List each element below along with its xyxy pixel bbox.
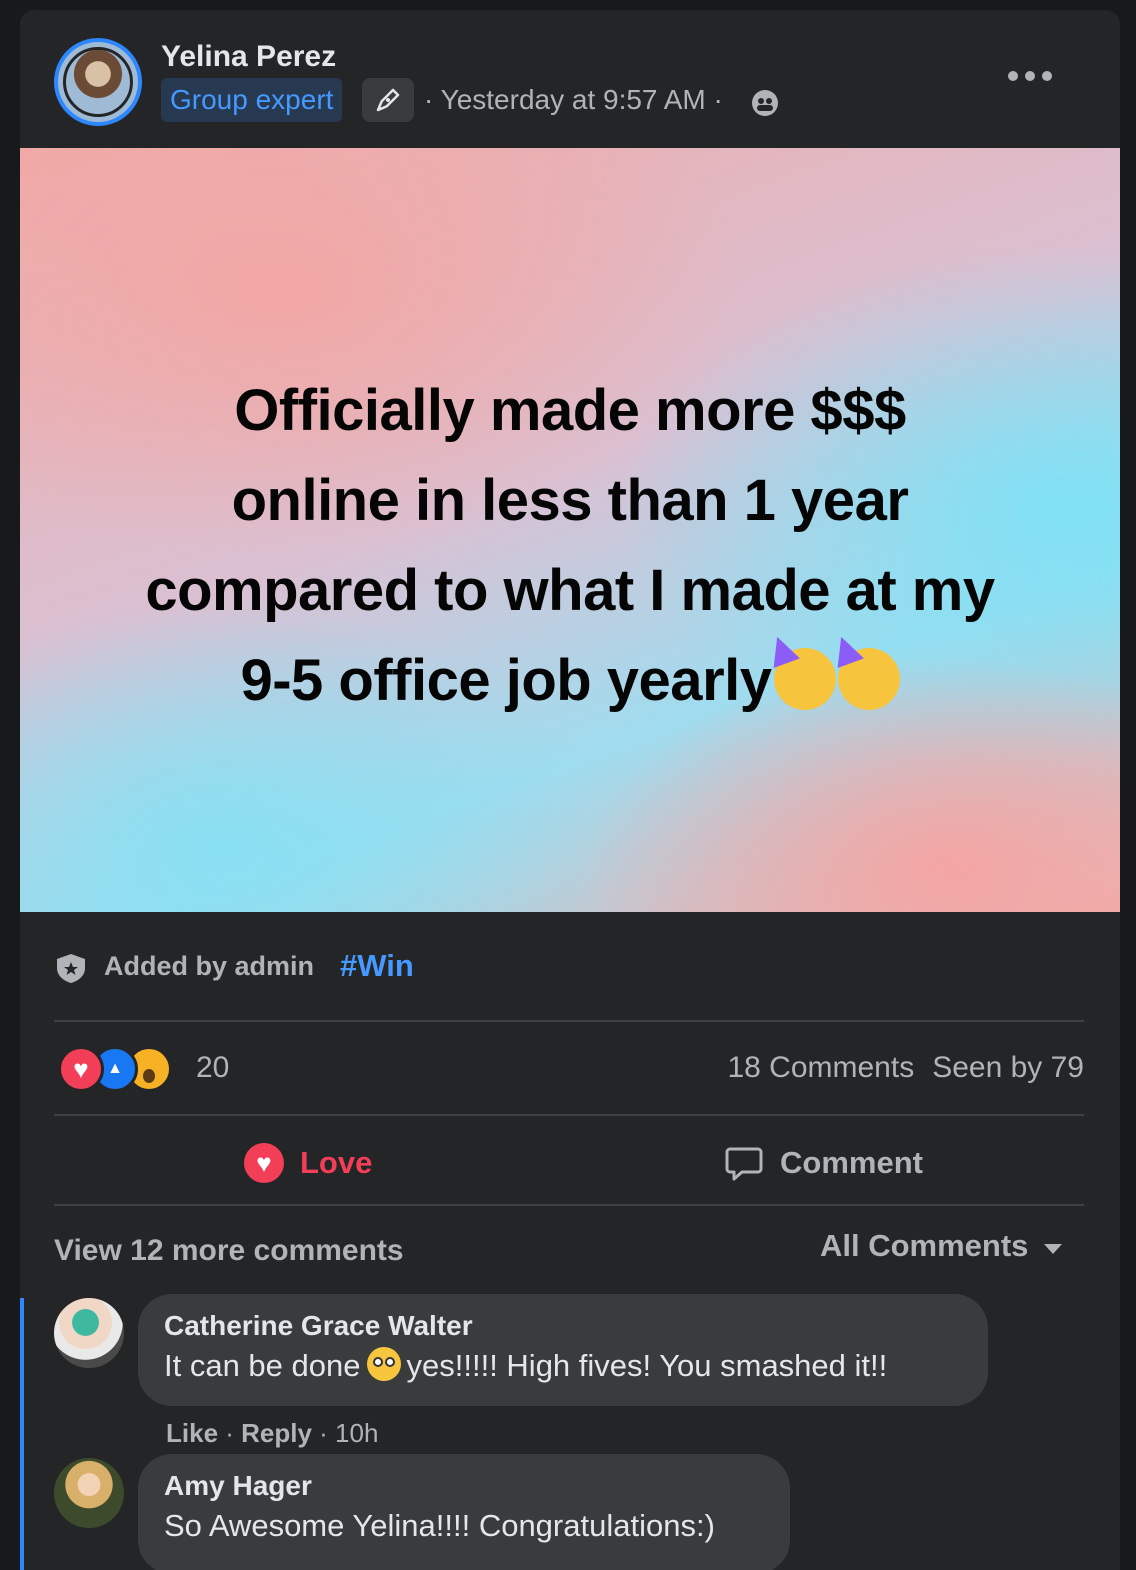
group-expert-badge[interactable]: Group expert	[161, 78, 343, 122]
comment-like-link[interactable]: Like	[166, 1418, 218, 1448]
commenter-avatar[interactable]	[54, 1298, 124, 1368]
reaction-count[interactable]: 20	[196, 1051, 229, 1085]
banner-line-2: online in less than 1 year	[231, 468, 909, 533]
love-button[interactable]: ♥ Love	[244, 1138, 372, 1188]
more-options-icon[interactable]	[1008, 66, 1068, 86]
separator: ·	[218, 1418, 242, 1448]
post-card: Yelina Perez Group expert · Yesterday at…	[20, 10, 1120, 1570]
post-stats: 18 Comments Seen by 79	[727, 1051, 1084, 1085]
reactions-summary[interactable]	[58, 1046, 188, 1092]
comment-text: So Awesome Yelina!!!! Congratulations:)	[164, 1508, 715, 1543]
party-face-emoji	[773, 648, 836, 710]
comment-text-part: yes!!!!! High fives! You smashed it!!	[406, 1348, 888, 1383]
comment-time[interactable]: · 10h	[312, 1418, 378, 1448]
divider	[54, 1020, 1084, 1022]
divider	[54, 1114, 1084, 1116]
comments-count-link[interactable]: 18 Comments	[727, 1051, 914, 1084]
comment-bubble: Catherine Grace Walter It can be done yes…	[138, 1294, 988, 1406]
pen-icon	[376, 88, 400, 112]
view-more-comments-link[interactable]: View 12 more comments	[54, 1234, 404, 1268]
comment-bubble: Amy Hager So Awesome Yelina!!!! Congratu…	[138, 1454, 790, 1570]
pen-badge-icon[interactable]	[362, 78, 414, 122]
comment-text: It can be done yes!!!!! High fives! You s…	[164, 1344, 962, 1388]
comment-reply-link[interactable]: Reply	[241, 1418, 312, 1448]
author-avatar[interactable]	[54, 38, 142, 126]
banner-line-4: 9-5 office job yearly	[240, 648, 772, 713]
comment-actions: Like · Reply · 10h	[166, 1418, 378, 1449]
comment-filter-label: All Comments	[820, 1228, 1029, 1263]
banner-line-3: compared to what I made at my	[145, 558, 995, 623]
privacy-group-icon[interactable]	[752, 90, 778, 116]
love-reaction-icon	[58, 1046, 104, 1092]
heart-icon: ♥	[244, 1143, 284, 1183]
banner-line-4-row: 9-5 office job yearly	[60, 636, 1080, 726]
post-text-banner: Officially made more $$$ online in less …	[20, 148, 1120, 912]
admin-shield-icon	[57, 954, 85, 983]
commenter-avatar[interactable]	[54, 1458, 124, 1528]
banner-line-1: Officially made more $$$	[234, 378, 906, 443]
divider	[54, 1204, 1084, 1206]
seen-by-link[interactable]: Seen by 79	[932, 1051, 1084, 1084]
love-label: Love	[300, 1145, 373, 1180]
post-timestamp[interactable]: · Yesterday at 9:57 AM ·	[424, 84, 723, 116]
banner-text: Officially made more $$$ online in less …	[60, 366, 1080, 726]
topic-hashtag-link[interactable]: #Win	[340, 948, 414, 984]
commenter-name[interactable]: Amy Hager	[164, 1468, 764, 1504]
commenter-name[interactable]: Catherine Grace Walter	[164, 1308, 962, 1344]
author-name[interactable]: Yelina Perez	[161, 40, 336, 74]
comment-thread-indicator	[20, 1298, 24, 1570]
comment-text-part: It can be done	[164, 1348, 361, 1383]
comment-filter-dropdown[interactable]: All Comments	[820, 1228, 1063, 1264]
members-icon	[757, 98, 773, 111]
comment-bubble-icon	[725, 1147, 763, 1181]
caret-down-icon	[1044, 1244, 1063, 1254]
flushed-face-emoji	[366, 1347, 401, 1381]
party-face-emoji	[837, 648, 900, 710]
comment-label: Comment	[780, 1145, 923, 1180]
added-by-admin-label: Added by admin	[104, 951, 315, 981]
comment-button[interactable]: Comment	[724, 1138, 923, 1188]
